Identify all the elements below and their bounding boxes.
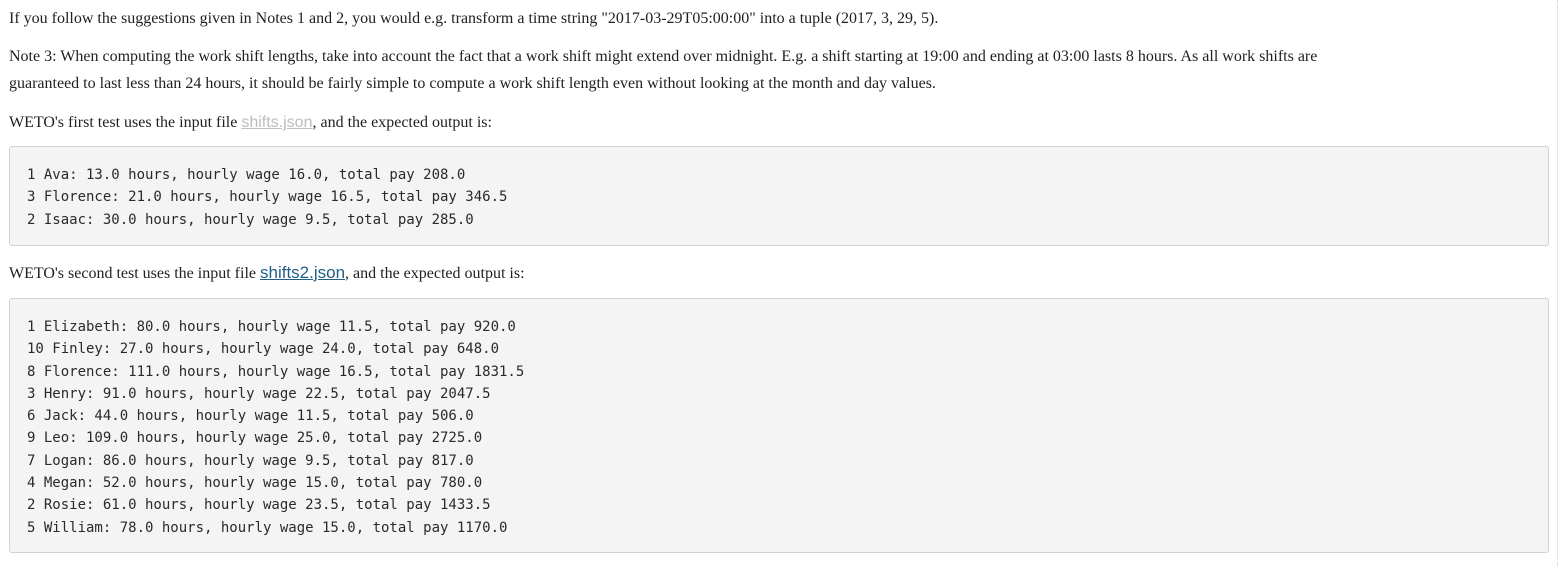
code-line: 10 Finley: 27.0 hours, hourly wage 24.0,… bbox=[27, 341, 500, 358]
code-line: 4 Megan: 52.0 hours, hourly wage 15.0, t… bbox=[27, 475, 483, 492]
code-line: 3 Florence: 21.0 hours, hourly wage 16.5… bbox=[27, 189, 508, 206]
test-2-expected-output: 1 Elizabeth: 80.0 hours, hourly wage 11.… bbox=[9, 298, 1549, 553]
page-edge-divider bbox=[1557, 0, 1558, 566]
test-1-expected-output: 1 Ava: 13.0 hours, hourly wage 16.0, tot… bbox=[9, 146, 1549, 246]
test-1-intro-after: , and the expected output is: bbox=[312, 114, 492, 131]
code-line: 7 Logan: 86.0 hours, hourly wage 9.5, to… bbox=[27, 452, 474, 469]
shifts2-json-link[interactable]: shifts2.json bbox=[260, 263, 345, 282]
note-3-paragraph: Note 3: When computing the work shift le… bbox=[9, 43, 1539, 97]
code-line: 3 Henry: 91.0 hours, hourly wage 22.5, t… bbox=[27, 385, 491, 402]
code-line: 2 Isaac: 30.0 hours, hourly wage 9.5, to… bbox=[27, 211, 474, 228]
code-line: 5 William: 78.0 hours, hourly wage 15.0,… bbox=[27, 519, 508, 536]
test-2-intro-after: , and the expected output is: bbox=[345, 265, 525, 282]
test-2-intro-before: WETO's second test uses the input file bbox=[9, 265, 260, 282]
note-3-line-1: Note 3: When computing the work shift le… bbox=[9, 48, 1318, 65]
exercise-document: If you follow the suggestions given in N… bbox=[0, 0, 1561, 566]
code-line: 2 Rosie: 61.0 hours, hourly wage 23.5, t… bbox=[27, 497, 491, 514]
code-line: 6 Jack: 44.0 hours, hourly wage 11.5, to… bbox=[27, 408, 474, 425]
test-2-intro: WETO's second test uses the input file s… bbox=[9, 259, 1539, 287]
note-3-line-2: guaranteed to last less than 24 hours, i… bbox=[9, 75, 936, 92]
test-1-intro: WETO's first test uses the input file sh… bbox=[9, 109, 1539, 136]
code-line: 9 Leo: 109.0 hours, hourly wage 25.0, to… bbox=[27, 430, 483, 447]
note-tuple-paragraph: If you follow the suggestions given in N… bbox=[9, 10, 939, 27]
test-1-intro-before: WETO's first test uses the input file bbox=[9, 114, 242, 131]
shifts-json-link[interactable]: shifts.json bbox=[241, 114, 312, 131]
code-line: 1 Elizabeth: 80.0 hours, hourly wage 11.… bbox=[27, 319, 516, 335]
code-line: 1 Ava: 13.0 hours, hourly wage 16.0, tot… bbox=[27, 167, 466, 183]
code-line: 8 Florence: 111.0 hours, hourly wage 16.… bbox=[27, 363, 525, 380]
